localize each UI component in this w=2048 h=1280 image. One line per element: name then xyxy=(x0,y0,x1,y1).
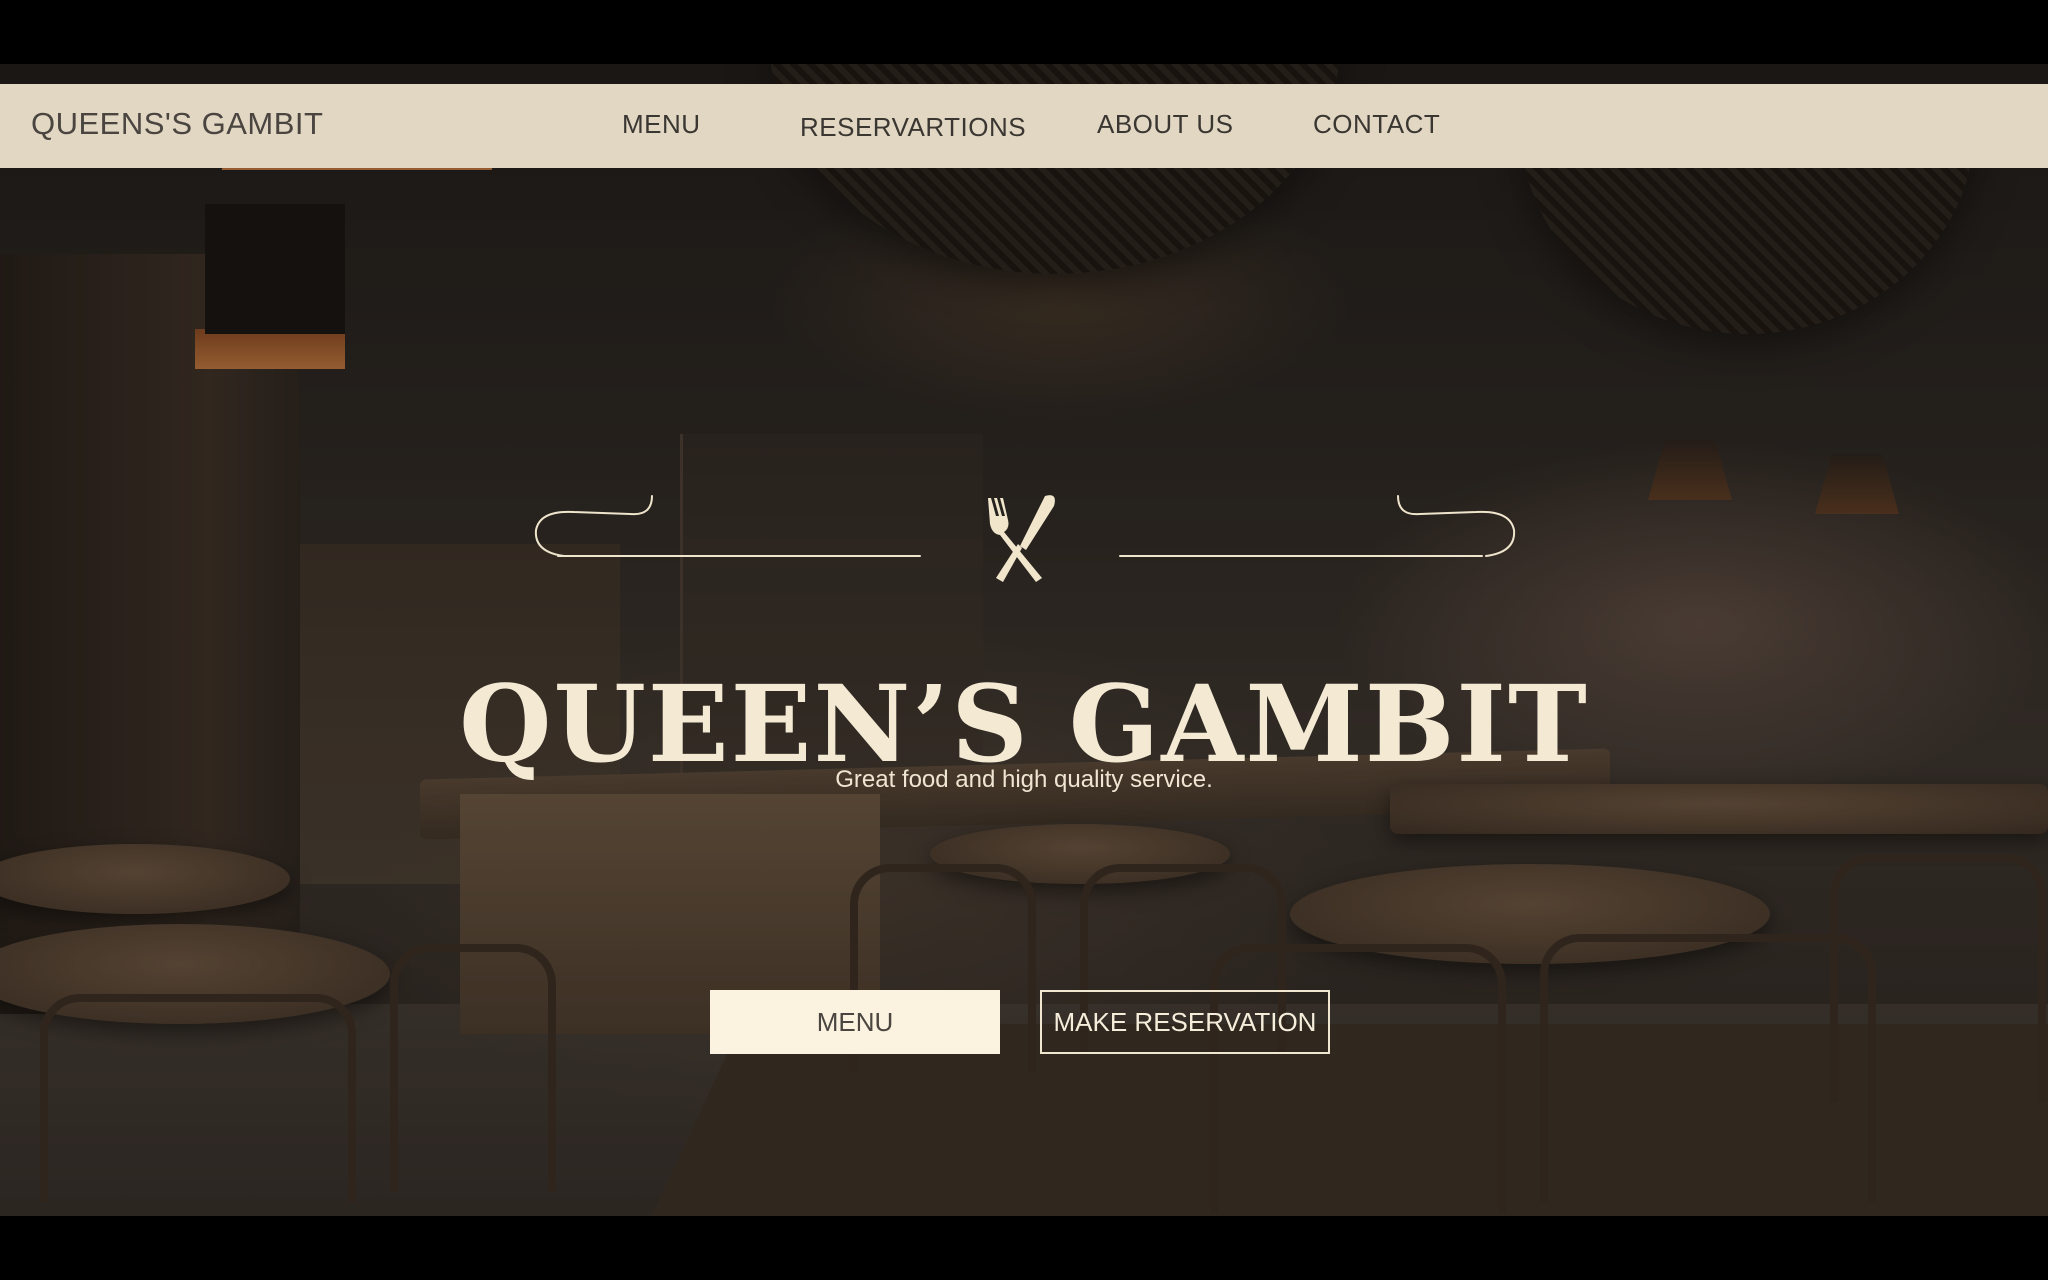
nav-item-contact[interactable]: CONTACT xyxy=(1313,109,1440,140)
letterbox-bottom xyxy=(0,1216,2048,1280)
letterbox-top xyxy=(0,0,2048,64)
image-overlay xyxy=(0,64,2048,1216)
make-reservation-button[interactable]: MAKE RESERVATION xyxy=(1040,990,1330,1054)
top-navigation-bar: QUEENS'S GAMBIT MENU RESERVARTIONS ABOUT… xyxy=(0,84,2048,168)
fork-knife-icon xyxy=(988,495,1055,582)
nav-item-about-us[interactable]: ABOUT US xyxy=(1097,109,1233,140)
site-logo-text[interactable]: QUEENS'S GAMBIT xyxy=(31,106,323,142)
nav-item-reservations[interactable]: RESERVARTIONS xyxy=(800,112,1026,143)
hero-emblem xyxy=(530,492,1520,592)
hero-title: QUEEN’S GAMBIT xyxy=(459,661,1589,787)
hero-background-image xyxy=(0,64,2048,1216)
menu-button[interactable]: MENU xyxy=(710,990,1000,1054)
hero-tagline: Great food and high quality service. xyxy=(835,766,1213,793)
nav-item-menu[interactable]: MENU xyxy=(622,109,701,140)
